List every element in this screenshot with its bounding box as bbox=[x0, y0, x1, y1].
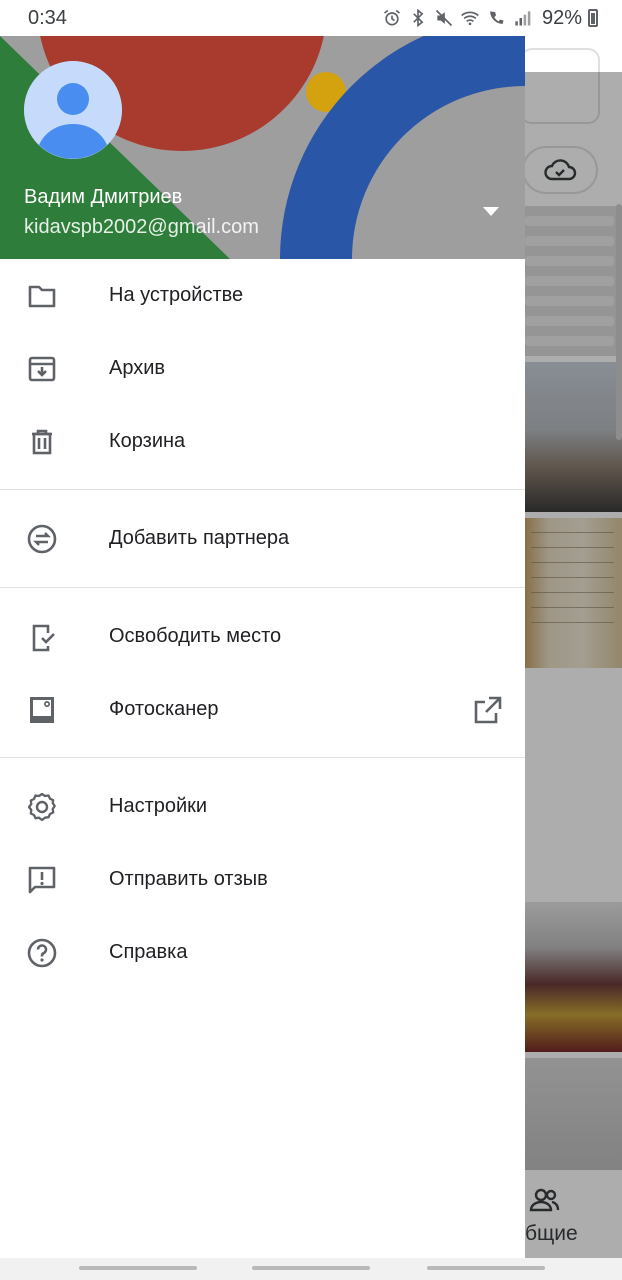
menu-label: Настройки bbox=[109, 795, 208, 817]
archive-icon bbox=[26, 353, 58, 385]
chevron-down-icon[interactable] bbox=[480, 204, 502, 218]
bluetooth-icon bbox=[413, 8, 424, 28]
home-button[interactable] bbox=[252, 1266, 370, 1270]
account-name: Вадим Дмитриев bbox=[24, 186, 183, 208]
menu-item-settings[interactable]: Настройки bbox=[0, 770, 525, 843]
menu-group-sharing: Добавить партнера bbox=[0, 490, 525, 587]
menu-label: Фотосканер bbox=[109, 698, 219, 720]
trash-icon bbox=[26, 426, 58, 458]
open-external-icon bbox=[472, 694, 504, 726]
status-time: 0:34 bbox=[28, 7, 67, 29]
menu-group-main: На устройстве Архив Корзина bbox=[0, 259, 525, 489]
account-header[interactable]: Вадим Дмитриев kidavspb2002@gmail.com bbox=[0, 36, 525, 259]
menu-item-add-partner[interactable]: Добавить партнера bbox=[0, 502, 525, 575]
menu-label: Отправить отзыв bbox=[109, 868, 268, 890]
wifi-icon bbox=[461, 11, 479, 26]
status-bar: 0:34 92% bbox=[0, 0, 622, 36]
menu-label: Освободить место bbox=[109, 625, 282, 647]
help-icon bbox=[26, 937, 58, 969]
menu-item-photoscan[interactable]: Фотосканер bbox=[0, 673, 525, 746]
menu-item-trash[interactable]: Корзина bbox=[0, 405, 525, 478]
battery-percent: 92% bbox=[541, 6, 582, 29]
signal-icon bbox=[515, 11, 531, 26]
menu-label: На устройстве bbox=[109, 284, 244, 306]
mute-icon bbox=[435, 9, 453, 27]
person-icon bbox=[24, 61, 122, 159]
navigation-drawer: Вадим Дмитриев kidavspb2002@gmail.com На… bbox=[0, 36, 525, 1258]
wifi-calling-icon bbox=[490, 11, 504, 24]
status-icons: 92% bbox=[382, 4, 598, 32]
photoscan-icon bbox=[26, 694, 58, 726]
menu-item-help[interactable]: Справка bbox=[0, 916, 525, 989]
feedback-icon bbox=[26, 864, 58, 896]
account-email: kidavspb2002@gmail.com bbox=[24, 216, 259, 238]
partner-sharing-icon bbox=[26, 523, 58, 555]
menu-label: Добавить партнера bbox=[109, 527, 290, 549]
phone-check-icon bbox=[26, 621, 58, 653]
folder-icon bbox=[26, 280, 58, 312]
alarm-icon bbox=[383, 9, 400, 26]
avatar[interactable] bbox=[24, 61, 122, 159]
gear-icon bbox=[26, 791, 58, 823]
battery-icon bbox=[588, 9, 598, 27]
menu-group-support: Настройки Отправить отзыв Справка bbox=[0, 758, 525, 989]
menu-label: Корзина bbox=[109, 430, 186, 452]
back-button[interactable] bbox=[427, 1266, 545, 1270]
menu-group-tools: Освободить место Фотосканер bbox=[0, 588, 525, 757]
menu-item-archive[interactable]: Архив bbox=[0, 332, 525, 405]
menu-item-on-device[interactable]: На устройстве bbox=[0, 259, 525, 332]
menu-label: Справка bbox=[109, 941, 188, 963]
recents-button[interactable] bbox=[79, 1266, 197, 1270]
system-navigation-bar bbox=[0, 1258, 622, 1280]
menu-item-send-feedback[interactable]: Отправить отзыв bbox=[0, 843, 525, 916]
menu-item-free-up-space[interactable]: Освободить место bbox=[0, 600, 525, 673]
menu-label: Архив bbox=[109, 357, 166, 379]
